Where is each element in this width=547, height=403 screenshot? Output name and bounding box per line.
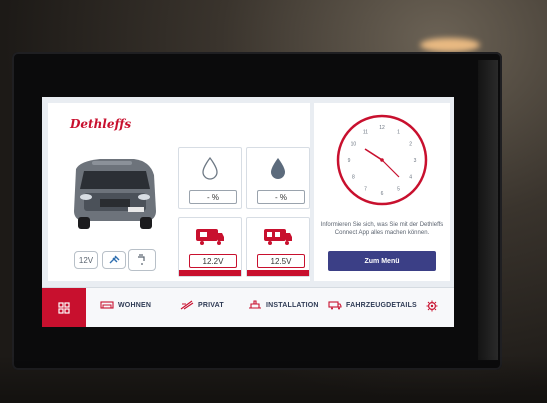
clock-panel: 12 1 2 3 4 5 6 7 8 9 10 11 Informieren Sie sich, wa… [314, 103, 450, 281]
menu-button[interactable]: Zum Menü [328, 251, 436, 271]
living-icon [100, 301, 114, 309]
water-drop-filled-icon [271, 158, 285, 179]
gear-icon [426, 300, 438, 312]
ceiling-light [420, 38, 480, 52]
camper-battery-icon [264, 229, 292, 245]
clock-number: 7 [364, 187, 367, 193]
tile-accent-stripe [179, 270, 241, 276]
voltage-pill[interactable]: 12V [74, 251, 98, 269]
plug-icon [109, 255, 120, 264]
clock-number: 8 [352, 175, 355, 181]
clock-number: 3 [414, 158, 417, 164]
tile-accent-stripe [247, 270, 309, 276]
nav-label: INSTALLATION [266, 301, 319, 309]
water-drop-outline-icon [202, 156, 218, 180]
battery-tile-2[interactable]: 12.5V [246, 217, 310, 277]
clock-number: 12 [379, 125, 385, 131]
clock-number: 9 [348, 158, 351, 164]
grey-water-tile[interactable]: - % [246, 147, 310, 209]
grey-water-value: - % [257, 190, 305, 204]
battery-1-value: 12.2V [189, 254, 237, 268]
nav-fahrzeugdetails[interactable]: FAHRZEUGDETAILS [328, 300, 417, 310]
tap-indicator[interactable] [128, 249, 156, 271]
fresh-water-value: - % [189, 190, 237, 204]
nav-installation[interactable]: INSTALLATION [248, 300, 319, 310]
vehicle-details-icon [328, 301, 342, 310]
clock-number: 1 [397, 129, 400, 135]
fresh-water-tile[interactable]: - % [178, 147, 242, 209]
home-button[interactable] [42, 288, 86, 327]
nav-label: WOHNEN [118, 301, 152, 309]
clock-number: 4 [409, 175, 412, 181]
clock-number: 5 [397, 187, 400, 193]
photo-scene: Dethleffs 12V - % - % 12.2V 12.5V 12 1 2… [0, 0, 547, 403]
bottom-nav: WOHNEN PRIVAT INSTALLATION FAHRZEUGDETAI… [42, 287, 454, 327]
nav-label: FAHRZEUGDETAILS [346, 301, 417, 309]
clock-number: 11 [363, 129, 368, 135]
nav-label: PRIVAT [198, 301, 224, 309]
van-image [74, 159, 156, 229]
brand-logo: Dethleffs [70, 117, 132, 131]
clock-number: 6 [381, 191, 384, 197]
installation-icon [249, 300, 261, 309]
grid-icon [58, 302, 70, 314]
settings-button[interactable] [426, 299, 438, 317]
status-panel: Dethleffs 12V - % - % 12.2V 12.5V [48, 103, 310, 281]
battery-2-value: 12.5V [257, 254, 305, 268]
analog-clock: 121234567891011 [336, 114, 428, 206]
plug-indicator[interactable] [102, 251, 126, 269]
info-text: Informieren Sie sich, was Sie mit der De… [320, 222, 444, 236]
bezel-side [478, 60, 498, 360]
nav-wohnen[interactable]: WOHNEN [100, 300, 151, 310]
touch-screen: Dethleffs 12V - % - % 12.2V 12.5V 12 1 2… [42, 97, 454, 327]
clock-number: 2 [409, 142, 412, 148]
clock-number: 10 [351, 142, 357, 148]
nav-privat[interactable]: PRIVAT [180, 300, 224, 310]
vehicle-battery-icon [196, 229, 224, 245]
battery-tile-1[interactable]: 12.2V [178, 217, 242, 277]
faucet-icon [138, 254, 145, 265]
private-icon [180, 300, 194, 310]
